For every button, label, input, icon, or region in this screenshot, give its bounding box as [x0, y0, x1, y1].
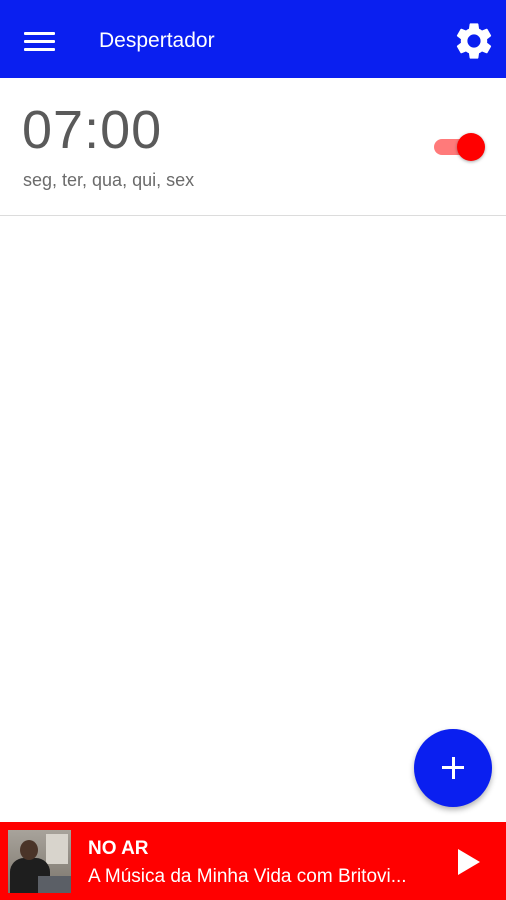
thumbnail-desk	[38, 876, 71, 893]
thumbnail-person-head	[20, 840, 38, 860]
gear-icon[interactable]	[452, 19, 496, 63]
alarm-time: 07:00	[22, 100, 163, 160]
page-title: Despertador	[99, 29, 215, 52]
menu-icon-line	[24, 32, 55, 35]
on-air-label: NO AR	[88, 838, 149, 859]
alarm-app-screen: Despertador 07:00 seg, ter, qua, qui, se…	[0, 0, 506, 900]
thumbnail-panel	[46, 834, 68, 864]
top-app-bar: Despertador	[0, 0, 506, 78]
toggle-thumb	[457, 133, 485, 161]
add-alarm-button[interactable]	[414, 729, 492, 807]
alarm-list-item[interactable]: 07:00 seg, ter, qua, qui, sex	[0, 78, 506, 216]
program-thumbnail	[8, 830, 71, 893]
plus-icon	[451, 757, 455, 779]
menu-icon-line	[24, 40, 55, 43]
alarm-enabled-toggle[interactable]	[431, 132, 487, 162]
now-playing-title: A Música da Minha Vida com Britovi...	[88, 866, 407, 887]
hamburger-menu-icon[interactable]	[18, 22, 62, 58]
alarm-repeat-days: seg, ter, qua, qui, sex	[23, 170, 195, 190]
menu-icon-line	[24, 48, 55, 51]
play-icon[interactable]	[448, 842, 488, 882]
now-playing-bar[interactable]: NO AR A Música da Minha Vida com Britovi…	[0, 822, 506, 900]
